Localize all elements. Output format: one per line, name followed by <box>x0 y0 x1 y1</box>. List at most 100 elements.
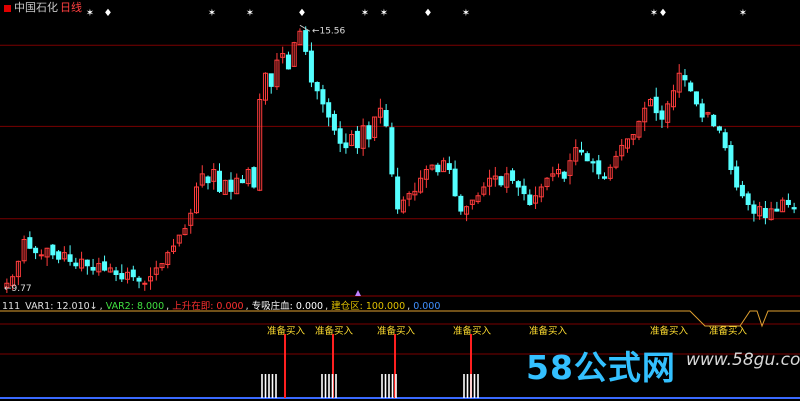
buy-signal-label: 准备买入 <box>453 325 492 337</box>
buy-signal-label: 准备买入 <box>529 325 568 337</box>
info-absorb: 专吸庄血: 0.000 <box>251 301 324 312</box>
candle-body <box>320 89 326 105</box>
candle-body <box>389 127 395 175</box>
candle-body <box>699 103 705 118</box>
high-label: ←15.56 <box>312 26 346 36</box>
candle-body <box>67 254 73 262</box>
candle-body <box>343 142 349 149</box>
candle-body <box>268 73 274 87</box>
candle-body <box>452 168 458 197</box>
candle-body <box>745 193 751 205</box>
cursor-marker-icon <box>355 290 361 296</box>
candle-body <box>659 110 665 120</box>
candle-body <box>395 176 401 210</box>
signal-star-icon: ♦ <box>298 8 307 19</box>
candle-body <box>130 269 136 278</box>
candle-body <box>56 251 62 260</box>
stock-chart: ←15.56←9.77✶ ♦ ✶ ✶ ♦ ✶ ✶ ♦ ✶ ✶ ♦ ✶准备买入 准备买入 准备买入 准备买入准… <box>0 8 800 399</box>
candle-body <box>239 179 245 184</box>
candle-body <box>228 179 234 192</box>
buy-signal-label: 准备买入 <box>377 325 416 337</box>
candle-body <box>303 30 309 52</box>
signal-star-icon: ✶ <box>208 8 216 19</box>
stock-marker-icon <box>4 4 11 12</box>
signal-star-icon: ✶ <box>380 8 388 19</box>
candle-body <box>584 153 590 162</box>
candle-body <box>366 125 372 140</box>
signal-star-icon: ♦ <box>424 8 433 19</box>
buy-signal-label: 准备买入 <box>315 325 354 337</box>
signal-star-icon: ✶ <box>462 8 470 19</box>
candle-body <box>446 163 452 170</box>
candle-body <box>251 167 257 188</box>
signal-star-icon: ✶ <box>246 8 254 19</box>
candle-body <box>785 199 791 206</box>
candle-body <box>498 176 504 186</box>
stock-name: 中国石化 <box>14 1 58 14</box>
candle-body <box>354 130 360 149</box>
candle-body <box>521 185 527 195</box>
candle-body <box>383 110 389 127</box>
info-build: 建仓区: 100.000 <box>331 301 406 312</box>
candle-body <box>711 114 717 127</box>
info-zero: 0.000 <box>413 301 441 312</box>
candle-body <box>527 194 533 205</box>
candle-body <box>326 102 332 118</box>
candle-body <box>653 96 659 114</box>
candle-body <box>693 91 699 105</box>
candle-body <box>331 113 337 131</box>
signal-star-icon: ♦ <box>659 8 668 19</box>
candle-body <box>102 261 108 271</box>
chart-title: 中国石化 日线 <box>4 0 82 15</box>
candle-body <box>205 176 211 184</box>
candle-body <box>73 262 79 267</box>
candle-body <box>337 128 343 144</box>
watermark-logo: 58公式网 <box>526 348 676 387</box>
candle-body <box>739 184 745 197</box>
candle-body <box>308 50 314 83</box>
candle-body <box>601 176 608 179</box>
candle-body <box>561 171 567 179</box>
info-rise: 上升在即: 0.000 <box>172 301 244 312</box>
candle-body <box>510 170 516 181</box>
candle-body <box>791 207 797 210</box>
signal-star-icon: ✶ <box>739 8 747 19</box>
indicator-info-bar: 111 VAR1: 12.010↓, VAR2: 8.000, 上升在即: 0.… <box>2 301 441 312</box>
candle-body <box>578 149 585 153</box>
candle-body <box>716 126 722 131</box>
candle-body <box>596 160 602 175</box>
period-label: 日线 <box>60 1 82 14</box>
buy-signal-label: 准备买入 <box>650 325 689 337</box>
signal-star-icon: ✶ <box>361 8 369 19</box>
candle-body <box>734 166 740 188</box>
candle-body <box>27 237 33 249</box>
candle-body <box>285 54 291 70</box>
candle-body <box>142 282 148 285</box>
candle-body <box>38 254 44 257</box>
candle-body <box>90 266 96 271</box>
candle-body <box>774 208 780 212</box>
candle-body <box>762 207 768 219</box>
buy-signal-label: 准备买入 <box>267 325 306 337</box>
info-var2: VAR2: 8.000 <box>105 301 165 312</box>
candle-body <box>113 270 119 275</box>
candle-body <box>751 204 757 214</box>
candle-body <box>515 181 521 188</box>
signal-star-icon: ✶ <box>650 8 658 19</box>
candle-body <box>722 132 728 149</box>
candle-body <box>458 195 464 212</box>
buy-signal-label: 准备买入 <box>709 325 748 337</box>
candle-body <box>728 145 734 171</box>
candle-body <box>590 161 596 164</box>
candle-body <box>216 170 223 192</box>
candle-body <box>119 273 125 280</box>
candle-body <box>688 82 694 92</box>
candle-body <box>682 75 688 81</box>
candle-body <box>314 82 320 92</box>
candle-body <box>33 247 39 254</box>
signal-star-icon: ✶ <box>86 8 94 19</box>
candle-body <box>136 277 142 282</box>
indicator-code: 111 <box>2 301 21 312</box>
watermark-url: www.58gu.com <box>686 350 800 370</box>
low-label: ←9.77 <box>4 284 32 294</box>
